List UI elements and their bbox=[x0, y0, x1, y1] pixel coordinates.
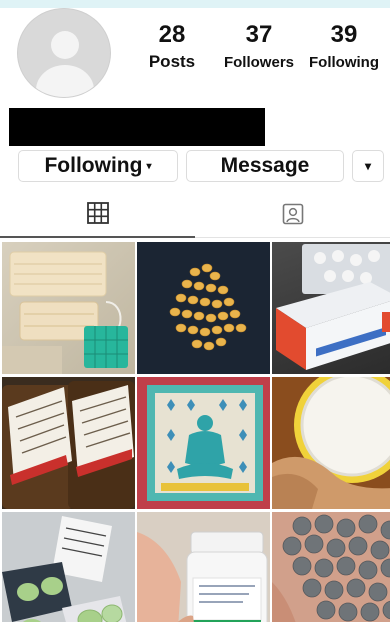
following-count: 39 bbox=[330, 21, 358, 48]
post-thumbnail[interactable] bbox=[2, 512, 135, 622]
tagged-icon bbox=[282, 203, 303, 225]
meditation-art-photo bbox=[137, 377, 270, 509]
grid-icon bbox=[86, 202, 109, 224]
following-label: Following bbox=[309, 54, 379, 71]
medicine-bottles-photo bbox=[2, 377, 135, 509]
tab-grid[interactable] bbox=[0, 190, 195, 238]
suggested-accounts-button[interactable]: ▾ bbox=[352, 150, 384, 182]
post-thumbnail[interactable] bbox=[272, 377, 390, 509]
stat-following[interactable]: 39 Following bbox=[302, 21, 386, 72]
post-thumbnail[interactable] bbox=[137, 512, 270, 622]
followers-count: 37 bbox=[245, 21, 273, 48]
followers-label: Followers bbox=[223, 54, 294, 71]
post-thumbnail[interactable] bbox=[2, 242, 135, 374]
posts-label: Posts bbox=[148, 52, 196, 71]
tab-tagged[interactable] bbox=[195, 190, 390, 238]
avatar-head-shape bbox=[51, 31, 79, 59]
face-masks-photo bbox=[2, 251, 128, 374]
tablets-pile-photo bbox=[272, 512, 390, 622]
blister-pack-photo bbox=[2, 512, 135, 622]
posts-grid bbox=[0, 240, 390, 622]
post-thumbnail[interactable] bbox=[137, 242, 270, 374]
avatar-body-shape bbox=[36, 65, 94, 97]
following-button-label: Following bbox=[44, 154, 143, 177]
following-button[interactable]: Following ▾ bbox=[18, 150, 178, 182]
stat-posts[interactable]: 28 Posts bbox=[138, 22, 206, 72]
post-thumbnail[interactable] bbox=[137, 377, 270, 509]
chevron-down-icon: ▾ bbox=[364, 159, 372, 173]
top-bar bbox=[0, 0, 390, 8]
message-button[interactable]: Message bbox=[186, 150, 344, 182]
post-thumbnail[interactable] bbox=[272, 512, 390, 622]
pills-photo bbox=[169, 263, 247, 351]
message-button-label: Message bbox=[220, 154, 310, 177]
pill-bottle-photo bbox=[137, 512, 270, 622]
post-thumbnail[interactable] bbox=[272, 242, 390, 374]
chevron-down-icon: ▾ bbox=[146, 160, 152, 172]
powder-jar-photo bbox=[272, 377, 390, 509]
stat-followers[interactable]: 37 Followers bbox=[217, 21, 301, 72]
profile-tabs bbox=[0, 190, 390, 238]
avatar[interactable] bbox=[17, 8, 111, 98]
redacted-username-bar bbox=[9, 108, 265, 146]
posts-count: 28 bbox=[158, 21, 186, 48]
medicine-boxes-photo bbox=[276, 244, 390, 370]
post-thumbnail[interactable] bbox=[2, 377, 135, 509]
